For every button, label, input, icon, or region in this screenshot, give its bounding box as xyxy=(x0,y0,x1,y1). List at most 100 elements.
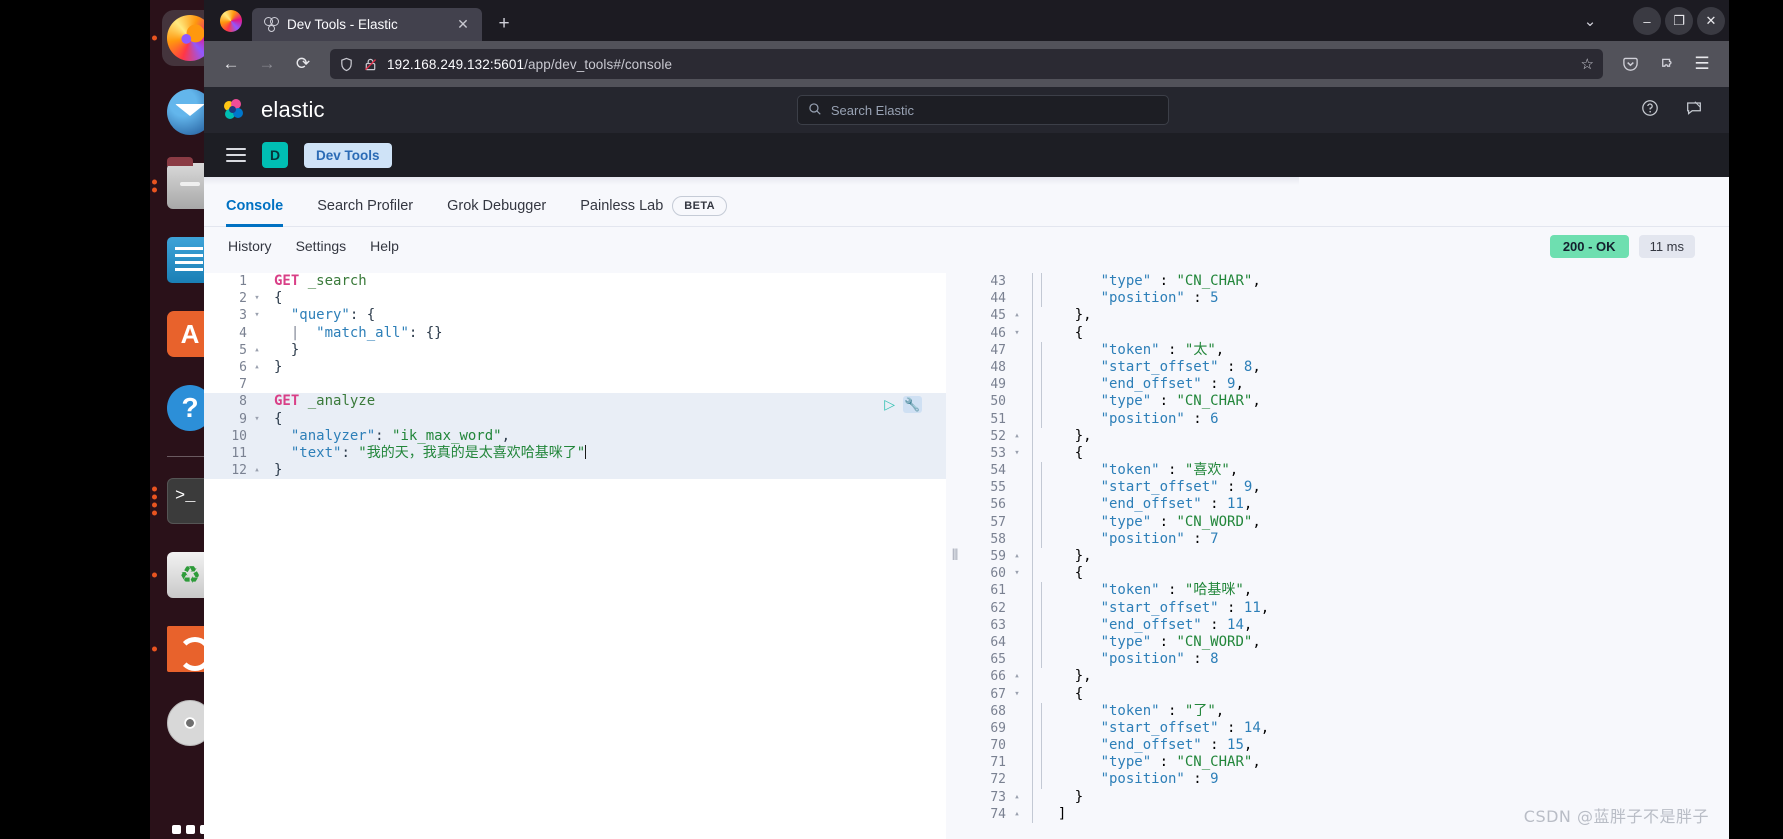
menu-settings[interactable]: Settings xyxy=(296,238,347,254)
indent-guide xyxy=(1032,616,1033,634)
editor-line[interactable]: 8 GET _analyze xyxy=(204,393,946,411)
response-line: 63 "end_offset" : 14, xyxy=(964,616,1729,634)
fold-toggle-icon[interactable]: ▾ xyxy=(1010,445,1024,462)
editor-line[interactable]: 6 ▴} xyxy=(204,359,946,376)
response-status: 200 - OK 11 ms xyxy=(1549,234,1705,258)
line-number: 64 xyxy=(990,634,1006,650)
line-text: }, xyxy=(1041,548,1092,564)
fold-toggle-icon[interactable]: ▴ xyxy=(1010,307,1024,324)
elastic-favicon xyxy=(264,17,279,32)
maximize-button[interactable]: ❐ xyxy=(1665,7,1693,35)
line-text: { xyxy=(274,290,283,307)
indent-guide xyxy=(1032,479,1033,497)
text-caret xyxy=(585,444,587,459)
close-window-button[interactable]: ✕ xyxy=(1697,7,1725,35)
editor-line[interactable]: 11 "text": "我的天，我真的是太喜欢哈基咪了" xyxy=(204,444,946,463)
fold-toggle-icon[interactable]: ▴ xyxy=(1010,789,1024,806)
indent-guide xyxy=(1032,496,1033,514)
fold-toggle-icon[interactable]: ▾ xyxy=(250,307,264,324)
editor-line[interactable]: 10 "analyzer": "ik_max_word", xyxy=(204,427,946,445)
editor-line[interactable]: 1 GET _search xyxy=(204,273,946,290)
line-text: "token" : "了", xyxy=(1100,702,1225,719)
line-text: "type" : "CN_CHAR", xyxy=(1100,393,1261,410)
editor-line[interactable]: 7 xyxy=(204,376,946,393)
editor-line[interactable]: 2 ▾ { xyxy=(204,290,946,307)
editor-line[interactable]: 3 ▾ "query": { xyxy=(204,307,946,324)
line-number: 44 xyxy=(990,291,1006,307)
indent-guide xyxy=(1032,754,1033,772)
running-indicator-dots xyxy=(152,179,157,193)
editor-line[interactable]: 5 ▴ } xyxy=(204,342,946,359)
tab-search-profiler[interactable]: Search Profiler xyxy=(300,185,430,227)
close-tab-button[interactable]: ✕ xyxy=(454,16,472,34)
minimize-button[interactable]: – xyxy=(1633,7,1661,35)
hamburger-menu-icon[interactable] xyxy=(226,148,246,162)
reload-button[interactable]: ⟳ xyxy=(288,49,318,79)
menu-history[interactable]: History xyxy=(228,238,272,254)
feedback-icon[interactable] xyxy=(1685,99,1703,122)
line-number: 6 xyxy=(239,359,247,375)
line-text: "type" : "CN_WORD", xyxy=(1100,633,1261,650)
fold-toggle-icon[interactable]: ▴ xyxy=(250,359,264,376)
line-text: "start_offset" : 11, xyxy=(1100,599,1270,616)
line-number: 5 xyxy=(239,342,247,358)
editor-line[interactable]: 9 ▾ { xyxy=(204,410,946,428)
tab-grok-debugger[interactable]: Grok Debugger xyxy=(430,185,563,227)
fold-toggle-icon[interactable]: ▴ xyxy=(250,462,264,479)
line-text: "analyzer": "ik_max_word", xyxy=(290,427,511,444)
fold-toggle-icon[interactable]: ▾ xyxy=(250,290,264,307)
running-indicator-dots xyxy=(152,486,157,516)
line-text: "position" : 9 xyxy=(1100,771,1219,788)
response-viewer[interactable]: 43 "type" : "CN_CHAR", 44 "position" : 54… xyxy=(964,273,1729,839)
fold-toggle-icon[interactable]: ▴ xyxy=(1010,806,1024,823)
tab-painless-lab[interactable]: Painless Lab xyxy=(563,185,680,227)
breadcrumb-dev-tools[interactable]: Dev Tools xyxy=(304,142,392,168)
line-text: "position" : 8 xyxy=(1100,651,1219,668)
browser-tab[interactable]: Dev Tools - Elastic ✕ xyxy=(252,8,482,41)
broken-lock-icon[interactable] xyxy=(363,57,378,72)
url-bar[interactable]: 192.168.249.132:5601/app/dev_tools#/cons… xyxy=(330,49,1603,79)
url-text[interactable]: 192.168.249.132:5601/app/dev_tools#/cons… xyxy=(387,57,1572,72)
request-editor-lines[interactable]: 1 GET _search 2 ▾{3 ▾ "query": {4 | "match_a… xyxy=(204,273,946,480)
line-number: 49 xyxy=(990,377,1006,393)
avatar[interactable]: D xyxy=(262,142,288,168)
pane-resize-handle[interactable]: ⦀ xyxy=(946,273,964,839)
help-icon[interactable] xyxy=(1641,99,1659,122)
editor-line[interactable]: 4 | "match_all": {} xyxy=(204,325,946,342)
fold-toggle-icon[interactable]: ▾ xyxy=(1010,565,1024,582)
menu-help[interactable]: Help xyxy=(370,238,399,254)
request-editor[interactable]: 1 GET _search 2 ▾{3 ▾ "query": {4 | "match_a… xyxy=(204,273,946,839)
fold-toggle-icon[interactable]: ▴ xyxy=(250,342,264,359)
forward-button[interactable]: → xyxy=(252,49,282,79)
new-tab-button[interactable]: + xyxy=(490,10,518,38)
editor-line[interactable]: 12 ▴} xyxy=(204,462,946,480)
line-text: "token" : "哈基咪", xyxy=(1100,582,1253,599)
global-search-input[interactable]: Search Elastic xyxy=(796,95,1169,125)
line-text: "type" : "CN_CHAR", xyxy=(1100,273,1261,289)
line-text: "end_offset" : 15, xyxy=(1100,737,1253,754)
line-text: } xyxy=(274,462,283,479)
url-host: 192.168.249.132:5601 xyxy=(387,56,525,72)
app-menu-icon[interactable]: ☰ xyxy=(1687,49,1717,79)
back-button[interactable]: ← xyxy=(216,49,246,79)
wrench-icon[interactable]: 🔧 xyxy=(903,396,922,414)
fold-toggle-icon[interactable]: ▴ xyxy=(1010,428,1024,445)
fold-toggle-icon[interactable]: ▾ xyxy=(250,411,264,428)
request-actions[interactable]: ▷ 🔧 xyxy=(884,396,922,414)
pocket-icon[interactable] xyxy=(1615,49,1645,79)
list-all-tabs-icon[interactable]: ⌄ xyxy=(1573,7,1607,35)
tab-console[interactable]: Console xyxy=(226,185,300,227)
response-line: 48 "start_offset" : 8, xyxy=(964,358,1729,377)
fold-toggle-icon[interactable]: ▾ xyxy=(1010,686,1024,703)
line-number: 1 xyxy=(239,274,247,289)
fold-toggle-icon[interactable]: ▴ xyxy=(1010,548,1024,565)
response-line: 67 ▾ { xyxy=(964,685,1729,703)
status-time-badge: 11 ms xyxy=(1638,234,1695,258)
response-lines: 43 "type" : "CN_CHAR", 44 "position" : 54… xyxy=(964,273,1729,823)
fold-toggle-icon[interactable]: ▾ xyxy=(1010,325,1024,342)
play-triangle-icon[interactable]: ▷ xyxy=(884,396,895,413)
tracking-shield-icon[interactable] xyxy=(339,57,354,72)
extensions-icon[interactable] xyxy=(1651,49,1681,79)
bookmark-star-icon[interactable]: ☆ xyxy=(1581,55,1594,73)
fold-toggle-icon[interactable]: ▴ xyxy=(1010,668,1024,685)
